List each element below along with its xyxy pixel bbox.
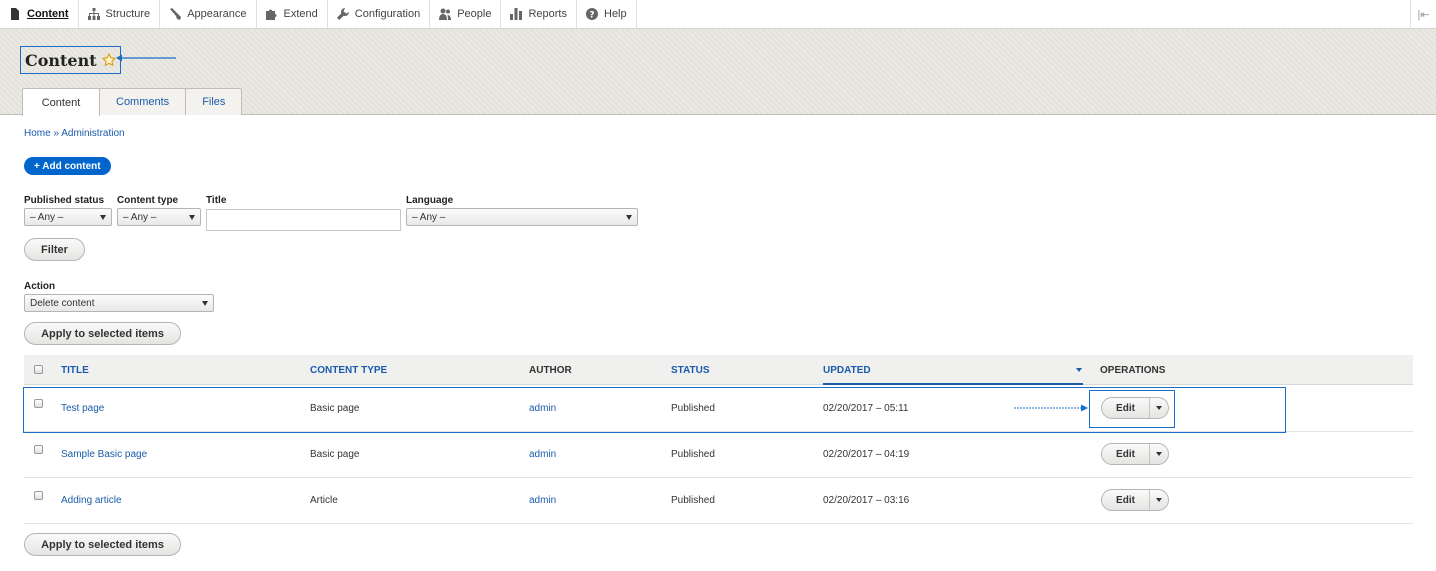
apply-selected-button-top[interactable]: Apply to selected items [24, 322, 181, 345]
content-type-select[interactable]: – Any – [117, 208, 201, 226]
row-status: Published [671, 449, 715, 460]
toolbar-item-help[interactable]: ? Help [577, 0, 637, 28]
toolbar-orientation-toggle[interactable]: |⇤ [1410, 0, 1436, 28]
content-type-label: Content type [117, 195, 179, 206]
sitemap-icon [87, 8, 100, 20]
table-row: Sample Basic page Basic page admin Publi… [24, 432, 1413, 478]
tab-content[interactable]: Content [22, 88, 100, 116]
row-content-type: Article [310, 495, 338, 506]
shortcut-star-icon[interactable] [101, 53, 116, 67]
file-icon [11, 8, 19, 20]
toolbar-item-people[interactable]: People [430, 0, 502, 28]
primary-tabs: Content Comments Files [22, 88, 243, 116]
toolbar-item-reports[interactable]: Reports [501, 0, 577, 28]
select-all-checkbox[interactable] [34, 365, 43, 374]
help-icon: ? [586, 8, 598, 20]
table-row: Adding article Article admin Published 0… [24, 478, 1413, 524]
row-author-link[interactable]: admin [529, 495, 556, 506]
operations-dropbutton: Edit [1101, 489, 1169, 511]
dropbutton-toggle-icon[interactable] [1150, 490, 1168, 510]
title-label: Title [206, 195, 227, 206]
row-title-link[interactable]: Adding article [61, 495, 122, 506]
breadcrumb[interactable]: Home » Administration [24, 128, 125, 139]
brush-icon [170, 8, 182, 20]
bar-chart-icon [510, 8, 523, 20]
row-content-type: Basic page [310, 449, 360, 460]
header-title[interactable]: Title [61, 365, 89, 376]
tab-comments[interactable]: Comments [99, 88, 187, 115]
svg-text:?: ? [589, 11, 594, 21]
wrench-icon [336, 8, 349, 20]
admin-toolbar: Content Structure Appearance Extend Conf… [0, 0, 1436, 29]
dropbutton-toggle-icon[interactable] [1150, 444, 1168, 464]
action-label: Action [24, 281, 56, 292]
annotation-arrow-icon [116, 54, 176, 62]
header-operations: Operations [1100, 365, 1166, 376]
edit-button[interactable]: Edit [1102, 444, 1150, 464]
row-status: Published [671, 495, 715, 506]
row-updated: 02/20/2017 – 03:16 [823, 495, 910, 506]
row-checkbox[interactable] [34, 445, 43, 454]
toolbar-item-configuration[interactable]: Configuration [328, 0, 431, 28]
header-updated[interactable]: Updated [823, 365, 871, 376]
puzzle-icon [265, 9, 277, 20]
active-sort-indicator [823, 383, 1083, 385]
caret-down-icon [100, 215, 106, 220]
caret-down-icon [202, 301, 208, 306]
collapse-icon: |⇤ [1417, 8, 1430, 21]
add-content-button[interactable]: + Add content [24, 157, 111, 175]
annotation-arrow-icon [1014, 404, 1088, 412]
published-status-select[interactable]: – Any – [24, 208, 112, 226]
toolbar-item-extend[interactable]: Extend [257, 0, 328, 28]
sort-desc-icon [1076, 368, 1082, 372]
header-author: Author [529, 365, 572, 376]
action-select[interactable]: Delete content [24, 294, 214, 312]
filter-button[interactable]: Filter [24, 238, 85, 261]
published-status-label: Published status [24, 195, 105, 206]
edit-highlight-box [1089, 390, 1175, 428]
toolbar-item-content[interactable]: Content [0, 0, 79, 28]
page-header: Content Content Comments Files [0, 29, 1436, 116]
title-input[interactable] [206, 209, 401, 231]
header-content-type[interactable]: Content type [310, 365, 387, 376]
edit-button[interactable]: Edit [1102, 490, 1150, 510]
caret-down-icon [189, 215, 195, 220]
language-select[interactable]: – Any – [406, 208, 638, 226]
tab-files[interactable]: Files [185, 88, 243, 115]
row-title-link[interactable]: Sample Basic page [61, 449, 147, 460]
toolbar-item-appearance[interactable]: Appearance [160, 0, 257, 28]
people-icon [439, 8, 452, 20]
row-author-link[interactable]: admin [529, 449, 556, 460]
row-updated: 02/20/2017 – 04:19 [823, 449, 910, 460]
header-status[interactable]: Status [671, 365, 710, 376]
title-highlight: Content [20, 46, 121, 74]
apply-selected-button-bottom[interactable]: Apply to selected items [24, 533, 181, 556]
operations-dropbutton: Edit [1101, 443, 1169, 465]
toolbar-item-structure[interactable]: Structure [79, 0, 161, 28]
row-checkbox[interactable] [34, 491, 43, 500]
language-label: Language [406, 195, 454, 206]
page-title: Content [25, 50, 97, 70]
table-header: Title Content type Author Status Updated… [24, 355, 1413, 385]
caret-down-icon [626, 215, 632, 220]
